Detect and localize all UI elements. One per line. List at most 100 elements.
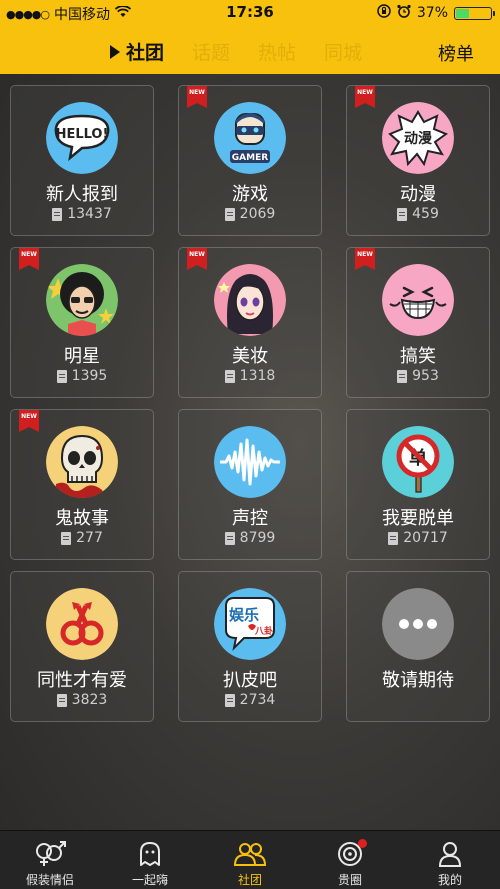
tabbar-label: 我的 (437, 873, 462, 887)
scalloped-edge (0, 66, 500, 80)
club-card-makeup[interactable]: NEW 美妆 1318 (178, 247, 322, 398)
club-name: 搞笑 (400, 346, 436, 367)
star-celebrity-icon (46, 264, 118, 336)
tabbar-hangout[interactable]: 一起嗨 (100, 831, 200, 889)
post-count: 20717 (347, 530, 489, 546)
club-card-voice[interactable]: 声控 8799 (178, 409, 322, 560)
post-count: 8799 (179, 530, 321, 546)
play-triangle-icon (110, 44, 120, 59)
post-count-value: 277 (76, 530, 103, 546)
post-count-value: 2069 (239, 206, 276, 222)
bottom-tab-bar: 假装情侣 一起嗨 社团 贵圈 我的 (0, 830, 500, 889)
document-icon (397, 369, 408, 383)
tab-same-city[interactable]: 同城 (324, 38, 362, 65)
post-count: 2734 (179, 692, 321, 708)
club-name: 游戏 (232, 184, 268, 205)
tabbar-club[interactable]: 社团 (200, 831, 300, 889)
status-bar: ●●●●○ 中国移动 17:36 37% (0, 0, 500, 26)
club-card-gossip[interactable]: 娱乐 八卦 扒皮吧 2734 (178, 571, 322, 722)
manga-burst-icon: 动漫 (382, 102, 454, 174)
record-circle-icon (300, 839, 400, 869)
gossip-bubble-icon: 娱乐 八卦 (214, 588, 286, 660)
hello-text: HELLO! (56, 127, 109, 142)
club-card-funny[interactable]: NEW 搞笑 953 (346, 247, 490, 398)
tab-topic[interactable]: 话题 (192, 38, 230, 65)
carrier-label: 中国移动 (54, 7, 110, 23)
club-name: 鬼故事 (55, 508, 109, 529)
wifi-icon (114, 5, 132, 22)
notification-dot (358, 839, 367, 848)
alarm-icon (397, 4, 411, 22)
tabbar-fake-couple[interactable]: 假装情侣 (0, 831, 100, 889)
laughing-face-icon (382, 264, 454, 336)
tab-hot-posts[interactable]: 热帖 (258, 38, 296, 65)
club-name: 同性才有爱 (37, 670, 127, 691)
post-count-value: 3823 (71, 692, 108, 708)
document-icon (224, 369, 235, 383)
new-badge: NEW (355, 86, 375, 108)
gamer-text: GAMER (232, 153, 268, 163)
battery-percent: 37% (416, 5, 448, 21)
hello-speech-bubble-icon: HELLO! (46, 102, 118, 174)
more-dots-icon (382, 588, 454, 660)
new-badge: NEW (187, 248, 207, 270)
post-count: 3823 (11, 692, 153, 708)
gossip-sub-text: 八卦 (254, 625, 273, 637)
document-icon (224, 207, 235, 221)
club-card-coming-soon[interactable]: 敬请期待 (346, 571, 490, 722)
club-name: 我要脱单 (382, 508, 454, 529)
club-name: 动漫 (400, 184, 436, 205)
club-card-games[interactable]: NEW GAMER 游戏 2069 (178, 85, 322, 236)
rank-button[interactable]: 榜单 (438, 40, 474, 66)
group-people-icon (200, 839, 300, 869)
person-icon (400, 839, 500, 869)
post-count-value: 459 (412, 206, 439, 222)
club-card-lgbt[interactable]: 同性才有爱 3823 (10, 571, 154, 722)
gender-symbols-icon (0, 839, 100, 869)
document-icon (56, 369, 67, 383)
post-count-value: 8799 (239, 530, 276, 546)
club-name: 新人报到 (46, 184, 118, 205)
club-card-celebrities[interactable]: NEW 明星 1395 (10, 247, 154, 398)
document-icon (52, 207, 63, 221)
post-count-value: 13437 (67, 206, 112, 222)
document-icon (224, 531, 235, 545)
club-card-anime[interactable]: NEW 动漫 动漫 459 (346, 85, 490, 236)
tabbar-label: 社团 (237, 873, 262, 887)
post-count-value: 2734 (239, 692, 276, 708)
post-count-value: 1318 (239, 368, 276, 384)
club-name: 敬请期待 (382, 670, 454, 691)
tabbar-circle[interactable]: 贵圈 (300, 831, 400, 889)
club-card-ghost-stories[interactable]: NEW 鬼故事 277 (10, 409, 154, 560)
club-card-dating[interactable]: 单 我要脱单 20717 (346, 409, 490, 560)
post-count: 459 (347, 206, 489, 222)
tab-club[interactable]: 社团 (110, 38, 164, 65)
document-icon (224, 693, 235, 707)
club-name: 声控 (232, 508, 268, 529)
document-icon (61, 531, 72, 545)
orientation-lock-icon (377, 4, 391, 22)
manga-text: 动漫 (404, 130, 433, 147)
post-count: 277 (11, 530, 153, 546)
tabbar-label: 假装情侣 (25, 873, 74, 887)
male-symbols-icon (46, 588, 118, 660)
club-grid: HELLO! 新人报到 13437 NEW GAMER 游戏 2069 NEW … (10, 85, 490, 722)
document-icon (388, 531, 399, 545)
post-count: 953 (347, 368, 489, 384)
post-count: 2069 (179, 206, 321, 222)
makeup-girl-icon (214, 264, 286, 336)
new-badge: NEW (355, 248, 375, 270)
battery-icon (454, 6, 495, 20)
post-count-value: 1395 (71, 368, 108, 384)
club-name: 美妆 (232, 346, 268, 367)
post-count-value: 20717 (403, 530, 448, 546)
tabbar-label: 贵圈 (337, 873, 362, 887)
document-icon (397, 207, 408, 221)
no-single-sign-icon: 单 (382, 426, 454, 498)
tabbar-profile[interactable]: 我的 (400, 831, 500, 889)
post-count-value: 953 (412, 368, 439, 384)
sound-wave-icon (214, 426, 286, 498)
club-card-newcomers[interactable]: HELLO! 新人报到 13437 (10, 85, 154, 236)
post-count: 13437 (11, 206, 153, 222)
tabbar-label: 一起嗨 (131, 873, 168, 887)
